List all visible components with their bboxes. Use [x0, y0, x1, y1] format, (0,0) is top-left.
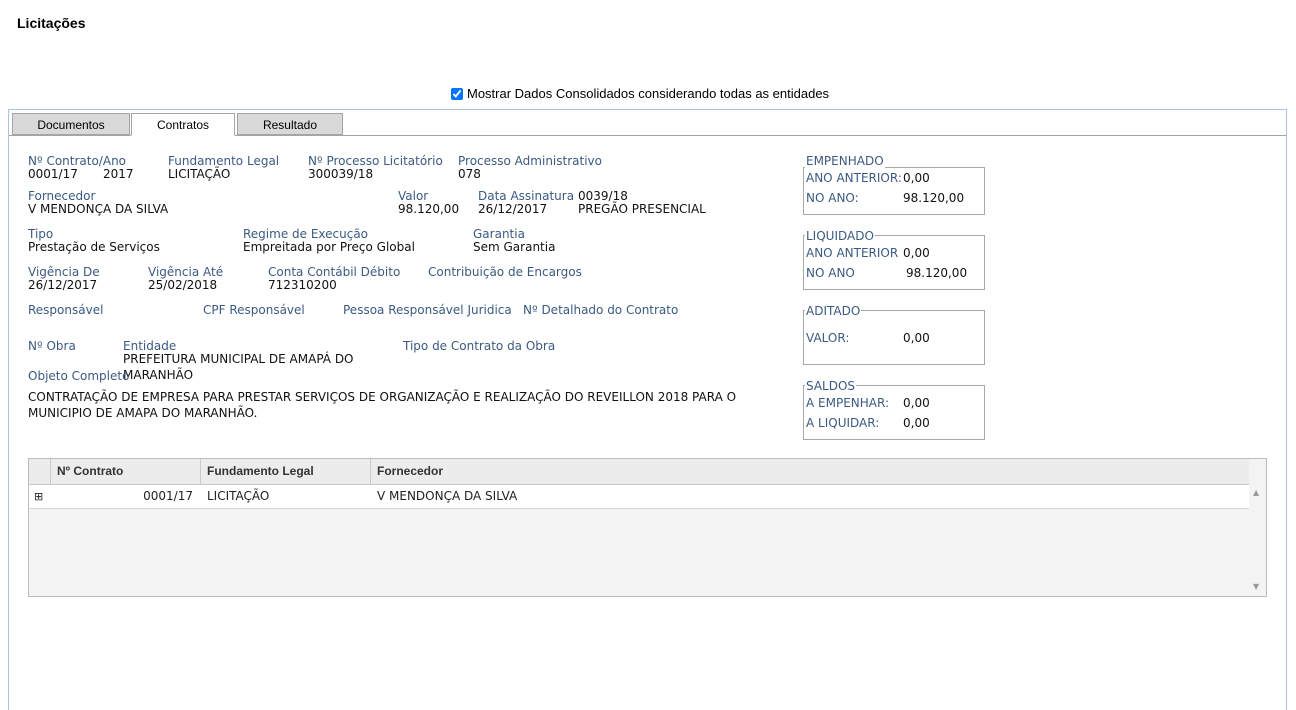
processo-label: Nº Processo Licitatório — [308, 154, 443, 168]
grid-separator — [50, 459, 51, 484]
grid-column-fundamento[interactable]: Fundamento Legal — [207, 459, 314, 484]
fornecedor-value: V MENDONÇA DA SILVA — [28, 202, 169, 216]
empenhado-no-ano-label: NO ANO: — [806, 191, 859, 205]
scroll-down-icon[interactable]: ▼ — [1253, 582, 1259, 591]
grid-scrollbar[interactable] — [1249, 485, 1266, 596]
row-numero-cell: 0001/17 — [143, 489, 193, 503]
vigencia-de-label: Vigência De — [28, 265, 100, 279]
entidade-value-line2: MARANHÃO — [123, 368, 194, 382]
aditado-valor-label: VALOR: — [806, 331, 850, 345]
saldos-box — [803, 385, 985, 440]
empenhado-title: EMPENHADO — [805, 154, 885, 168]
objeto-label: Objeto Completo — [28, 369, 130, 383]
data-assinatura-value: 26/12/2017 — [478, 202, 548, 216]
vigencia-ate-label: Vigência Até — [148, 265, 224, 279]
empenhado-ano-anterior-value: 0,00 — [903, 171, 930, 185]
saldos-empenhar-label: A EMPENHAR: — [806, 396, 889, 410]
processo-value: 300039/18 — [308, 167, 374, 181]
empenhado-ano-anterior-label: ANO ANTERIOR: — [806, 171, 902, 185]
expand-row-icon[interactable]: ⊞ — [34, 485, 43, 508]
tab-documentos[interactable]: Documentos — [12, 113, 130, 135]
liquidado-no-ano-label: NO ANO — [806, 266, 855, 280]
saldos-liquidar-label: A LIQUIDAR: — [806, 416, 880, 430]
vigencia-de-value: 26/12/2017 — [28, 278, 98, 292]
valor-value: 98.120,00 — [398, 202, 460, 216]
conta-contabil-value: 712310200 — [268, 278, 337, 292]
contribuicao-label: Contribuição de Encargos — [428, 265, 582, 279]
processo-adm-label: Processo Administrativo — [458, 154, 602, 168]
garantia-label: Garantia — [473, 227, 525, 241]
pessoa-juridica-label: Pessoa Responsável Juridica — [343, 303, 512, 317]
liquidado-ano-anterior-label: ANO ANTERIOR — [806, 246, 899, 260]
vigencia-ate-value: 25/02/2018 — [148, 278, 218, 292]
objeto-value-line2: MUNICIPIO DE AMAPA DO MARANHÃO. — [28, 406, 258, 420]
empenhado-no-ano-value: 98.120,00 — [903, 191, 965, 205]
obra-label: Nº Obra — [28, 339, 76, 353]
liquidado-box — [803, 235, 985, 290]
row-fornecedor-cell: V MENDONÇA DA SILVA — [377, 489, 518, 503]
tab-resultado[interactable]: Resultado — [237, 113, 343, 135]
liquidado-no-ano-value: 98.120,00 — [906, 266, 968, 280]
tipo-label: Tipo — [28, 227, 54, 241]
page-title: Licitações — [17, 15, 86, 31]
entidade-value-line1: PREFEITURA MUNICIPAL DE AMAPÁ DO — [123, 352, 354, 366]
modalidade-numero: 0039/18 — [578, 189, 628, 203]
conta-contabil-label: Conta Contábil Débito — [268, 265, 401, 279]
saldos-title: SALDOS — [805, 379, 857, 393]
liquidado-title: LIQUIDADO — [805, 229, 875, 243]
grid-column-fornecedor[interactable]: Fornecedor — [377, 459, 443, 484]
objeto-value-line1: CONTRATAÇÃO DE EMPRESA PARA PRESTAR SERV… — [28, 390, 737, 404]
garantia-value: Sem Garantia — [473, 240, 556, 254]
aditado-valor-value: 0,00 — [903, 331, 930, 345]
processo-adm-value: 078 — [458, 167, 481, 181]
ano-value: 2017 — [103, 167, 134, 181]
tipo-obra-label: Tipo de Contrato da Obra — [403, 339, 556, 353]
fundamento-value: LICITAÇÃO — [168, 167, 231, 181]
row-fundamento-cell: LICITAÇÃO — [207, 489, 270, 503]
responsavel-label: Responsável — [28, 303, 104, 317]
data-assinatura-label: Data Assinatura — [478, 189, 575, 203]
cpf-responsavel-label: CPF Responsável — [203, 303, 305, 317]
aditado-title: ADITADO — [805, 304, 862, 318]
saldos-liquidar-value: 0,00 — [903, 416, 930, 430]
detalhado-label: Nº Detalhado do Contrato — [523, 303, 679, 317]
grid-column-numero[interactable]: Nº Contrato — [57, 459, 123, 484]
numero-contrato-label: Nº Contrato/Ano — [28, 154, 127, 168]
fundamento-label: Fundamento Legal — [168, 154, 280, 168]
liquidado-ano-anterior-value: 0,00 — [903, 246, 930, 260]
fornecedor-label: Fornecedor — [28, 189, 96, 203]
tipo-value: Prestação de Serviços — [28, 240, 160, 254]
modalidade-value: PREGÃO PRESENCIAL — [578, 202, 706, 216]
consolidated-checkbox[interactable] — [451, 87, 463, 100]
regime-value: Empreitada por Preço Global — [243, 240, 415, 254]
scroll-up-icon[interactable]: ▲ — [1253, 488, 1259, 497]
consolidated-toggle[interactable]: Mostrar Dados Consolidados considerando … — [451, 86, 829, 101]
numero-contrato-value: 0001/17 — [28, 167, 78, 181]
entidade-label: Entidade — [123, 339, 177, 353]
saldos-empenhar-value: 0,00 — [903, 396, 930, 410]
valor-label: Valor — [398, 189, 429, 203]
tab-contratos[interactable]: Contratos — [131, 113, 235, 136]
regime-label: Regime de Execução — [243, 227, 369, 241]
consolidated-label: Mostrar Dados Consolidados considerando … — [467, 86, 830, 101]
